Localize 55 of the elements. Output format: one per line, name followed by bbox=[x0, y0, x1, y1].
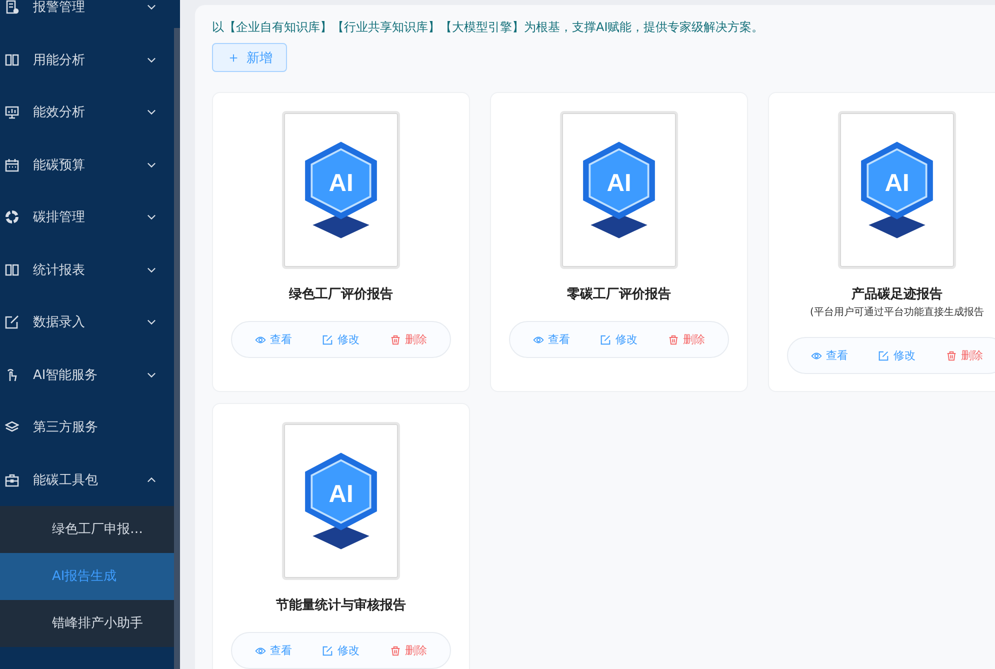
view-button[interactable]: 查看 bbox=[253, 330, 294, 349]
edit-icon bbox=[5, 315, 19, 330]
scrollbar[interactable] bbox=[174, 0, 180, 669]
card-title: 产品碳足迹报告 bbox=[852, 286, 942, 303]
add-button[interactable]: ＋ 新增 bbox=[212, 43, 287, 72]
eye-icon bbox=[255, 646, 266, 656]
edit-icon bbox=[600, 334, 612, 344]
edit-icon bbox=[878, 350, 890, 360]
eye-icon bbox=[533, 334, 544, 344]
submenu-item[interactable]: 绿色工厂申报… bbox=[0, 506, 174, 553]
menu-item[interactable]: 第三方服务 bbox=[0, 401, 174, 454]
eye-icon bbox=[255, 334, 266, 344]
trash-icon bbox=[668, 334, 679, 344]
trash-icon bbox=[390, 334, 401, 344]
delete-button[interactable]: 删除 bbox=[388, 641, 429, 660]
eye-icon bbox=[811, 350, 822, 360]
hand-icon bbox=[5, 368, 19, 382]
view-button[interactable]: 查看 bbox=[531, 330, 572, 349]
menu-item[interactable]: 能碳工具包 bbox=[0, 454, 174, 506]
layers-icon bbox=[5, 420, 19, 434]
trash-icon bbox=[390, 646, 401, 656]
menu-item[interactable]: 碳排管理 bbox=[0, 191, 174, 244]
menu-item[interactable]: 能效分析 bbox=[0, 86, 174, 138]
menu-item[interactable]: 统计报表 bbox=[0, 244, 174, 296]
submenu-item[interactable]: AI报告生成 bbox=[0, 553, 174, 600]
menu-item[interactable]: 报警管理 bbox=[0, 0, 174, 34]
delete-button[interactable]: 删除 bbox=[666, 330, 707, 349]
edit-icon bbox=[322, 646, 334, 656]
menu-item[interactable]: 数据录入 bbox=[0, 296, 174, 348]
view-button[interactable]: 查看 bbox=[809, 346, 850, 365]
edit-button[interactable]: 修改 bbox=[320, 641, 362, 660]
menu-item[interactable]: 能碳预算 bbox=[0, 138, 174, 191]
edit-button[interactable]: 修改 bbox=[598, 330, 640, 349]
edit-button[interactable]: 修改 bbox=[320, 330, 362, 349]
toolbox-icon bbox=[5, 472, 19, 487]
intro-text: 以【企业自有知识库】【行业共享知识库】【大模型引擎】为根基，支撑AI赋能，提供专家级解决方案。 bbox=[212, 19, 765, 36]
delete-button[interactable]: 删除 bbox=[944, 346, 985, 365]
view-button[interactable]: 查看 bbox=[253, 641, 294, 660]
edit-icon bbox=[322, 334, 334, 344]
ring-icon bbox=[5, 210, 19, 224]
edit-button[interactable]: 修改 bbox=[876, 346, 918, 365]
delete-button[interactable]: 删除 bbox=[388, 330, 429, 349]
card-title: 节能量统计与审核报告 bbox=[276, 596, 406, 614]
menu-item[interactable]: 用能分析 bbox=[0, 34, 174, 86]
book-icon bbox=[5, 262, 19, 277]
report-icon bbox=[5, 0, 19, 14]
book-icon bbox=[5, 52, 19, 67]
card-note: (平台用户可通过平台功能直接生成报告 bbox=[810, 306, 984, 319]
card-title: 绿色工厂评价报告 bbox=[289, 286, 393, 303]
submenu-item[interactable]: 错峰排产小助手 bbox=[0, 600, 174, 647]
monitor-icon bbox=[5, 105, 19, 120]
menu-item[interactable]: AI智能服务 bbox=[0, 348, 174, 401]
trash-icon bbox=[946, 350, 957, 360]
calendar-icon bbox=[5, 158, 19, 172]
card-title: 零碳工厂评价报告 bbox=[567, 286, 671, 303]
